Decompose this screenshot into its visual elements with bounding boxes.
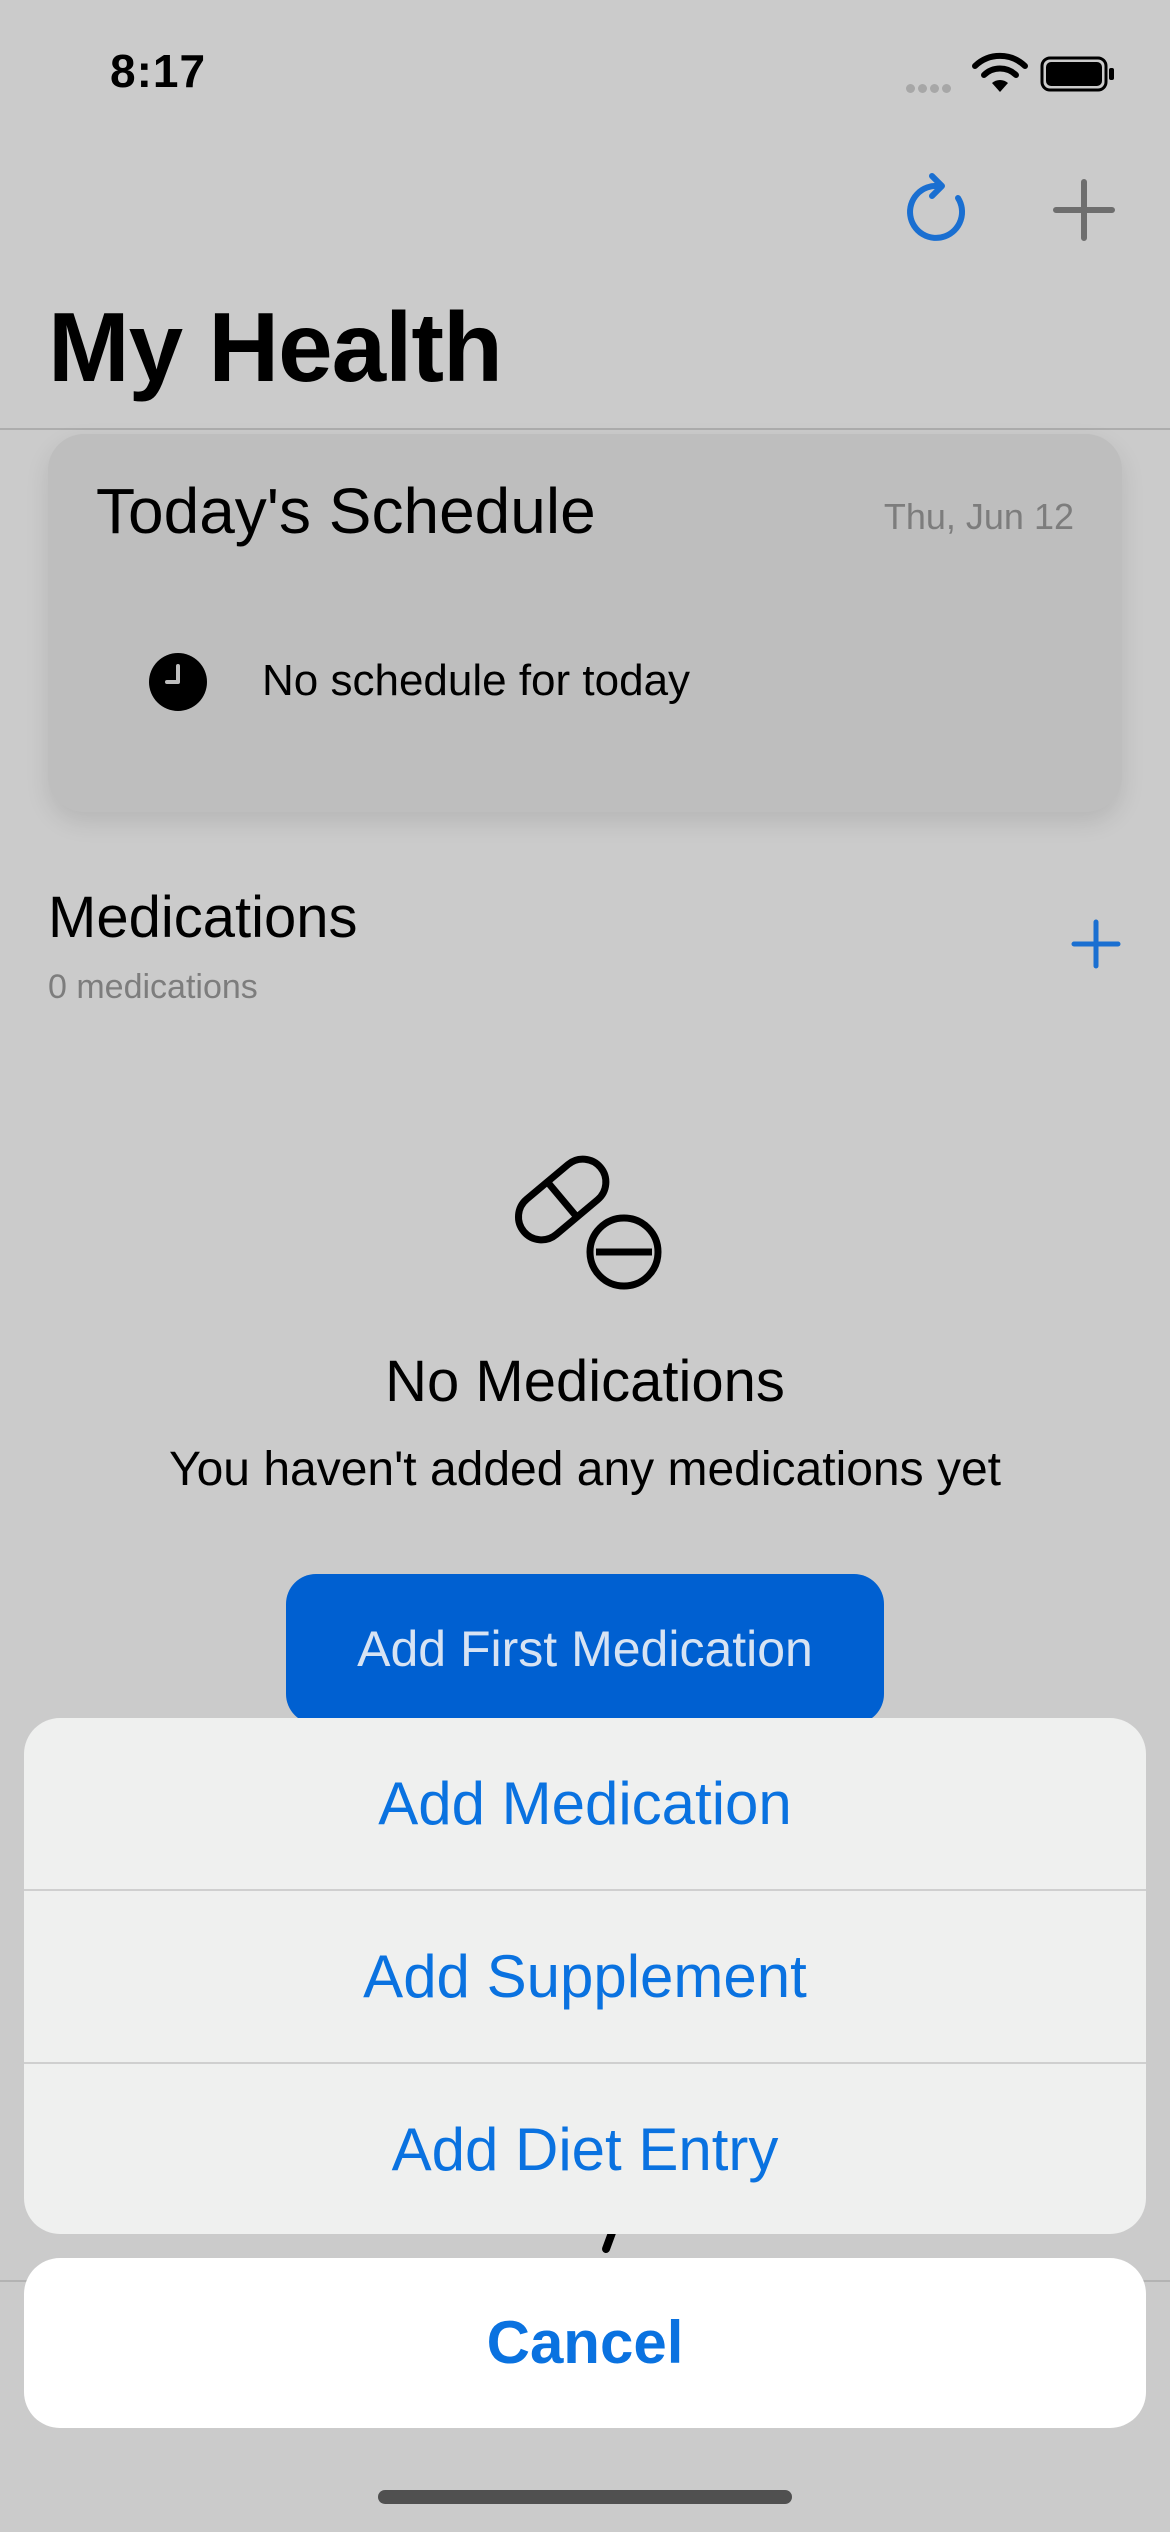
add-first-medication-button[interactable]: Add First Medication	[286, 1574, 884, 1724]
pills-icon	[514, 1155, 662, 1290]
empty-state-title: No Medications	[385, 1349, 785, 1414]
schedule-empty-text: No schedule for today	[262, 656, 691, 705]
schedule-title: Today's Schedule	[96, 475, 596, 547]
page-title: My Health	[48, 292, 503, 402]
add-medication-option[interactable]: Add Medication	[24, 1718, 1146, 1891]
add-supplement-option[interactable]: Add Supplement	[24, 1891, 1146, 2064]
medications-count: 0 medications	[48, 968, 258, 1006]
battery-icon	[1040, 56, 1114, 92]
status-time: 8:17	[110, 45, 207, 97]
header-divider	[0, 428, 1170, 430]
empty-state-subtitle: You haven't added any medications yet	[169, 1443, 1001, 1496]
schedule-card: Today's Schedule Thu, Jun 12 No schedule…	[48, 434, 1122, 812]
add-medication-plus-button[interactable]	[1068, 916, 1124, 972]
clock-icon	[149, 653, 207, 711]
add-diet-entry-option[interactable]: Add Diet Entry	[24, 2064, 1146, 2234]
home-indicator[interactable]	[378, 2490, 792, 2504]
action-sheet: Add Medication Add Supplement Add Diet E…	[24, 1718, 1146, 2234]
wifi-icon	[972, 52, 1028, 92]
cellular-signal-icon	[906, 80, 954, 98]
add-button[interactable]	[1044, 170, 1124, 250]
status-bar: 8:17	[0, 0, 1170, 150]
schedule-date: Thu, Jun 12	[883, 496, 1074, 537]
cancel-button[interactable]: Cancel	[24, 2258, 1146, 2428]
refresh-button[interactable]	[898, 170, 978, 250]
medications-section-title: Medications	[48, 885, 358, 950]
